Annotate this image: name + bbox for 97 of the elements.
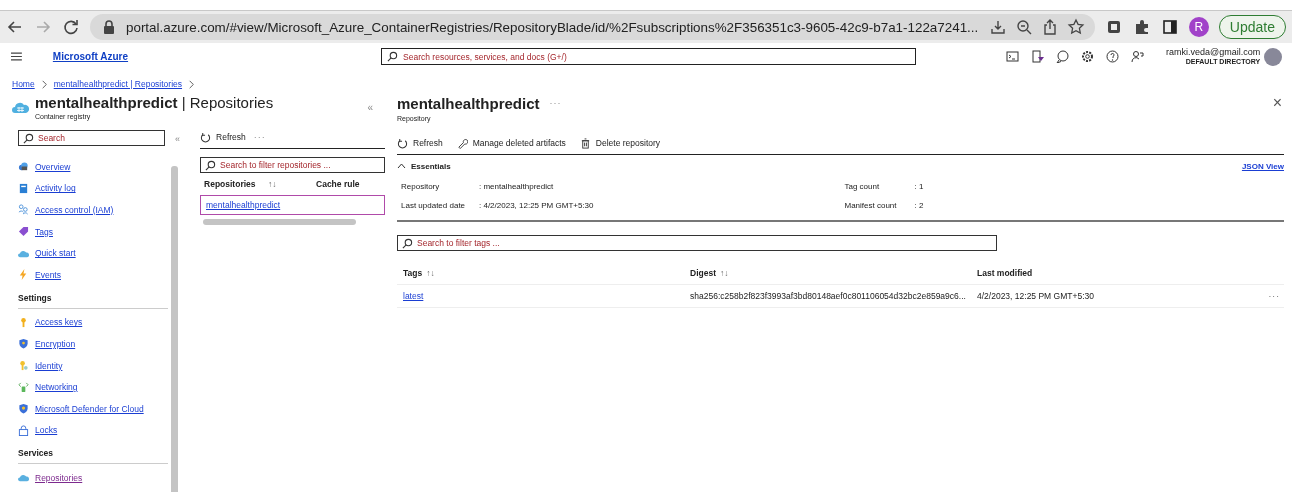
menu-icon[interactable] [10, 50, 23, 63]
nav-link[interactable]: Overview [35, 161, 71, 172]
nav-link[interactable]: Events [35, 269, 61, 280]
shield-icon [18, 403, 29, 415]
shield-icon [18, 338, 29, 350]
collapse-menu-button[interactable]: « [175, 134, 180, 144]
feedback-icon[interactable] [1056, 50, 1070, 63]
people-icon [18, 204, 29, 216]
table-cell-text: sha256:c258b2f823f3993af3bd80148aef0c801106054d32bc2e859a9c6... [690, 291, 967, 301]
user-avatar[interactable] [1264, 47, 1282, 66]
search-icon [387, 51, 399, 62]
key-icon [18, 360, 29, 372]
repository-link[interactable]: mentalhealthpredict [206, 200, 281, 210]
collapse-button[interactable]: « [367, 101, 373, 113]
search-icon [205, 159, 216, 171]
zoom-icon[interactable] [1014, 18, 1033, 36]
brand-link[interactable]: Microsoft Azure [52, 51, 382, 62]
column-header[interactable]: Cache rule [316, 179, 360, 189]
nav-link[interactable]: Access control (IAM) [35, 205, 114, 215]
search-field[interactable]: Search resources, services, and docs (G+/) [381, 48, 917, 65]
update-button[interactable]: Update [1218, 15, 1286, 39]
profile-avatar[interactable]: R [1188, 17, 1209, 37]
more-button[interactable]: ··· [253, 132, 266, 142]
user-email[interactable]: ramki.veda@gmail.com [1166, 47, 1261, 58]
nav-link[interactable]: Identity [35, 360, 63, 371]
nav-link[interactable]: Locks [35, 425, 58, 436]
blade-title: mentalhealthpredict [397, 94, 540, 112]
table-row[interactable]: mentalhealthpredict [200, 195, 385, 215]
lightning-icon [18, 269, 29, 281]
essentials-toggle[interactable]: Essentials [397, 161, 451, 171]
nav-link[interactable]: Quick start [35, 248, 76, 259]
search-field[interactable]: Search to filter repositories ... [200, 157, 385, 173]
nav-link[interactable]: Tags [35, 226, 53, 237]
cloud-icon [18, 161, 29, 173]
table-cell: 4/2/2023, 12:25 PM GMT+5:30 [977, 291, 1094, 301]
nav-link[interactable]: Microsoft Defender for Cloud [35, 403, 144, 414]
field-label: Tag count [844, 182, 881, 191]
breadcrumb-link[interactable]: mentalhealthpredict | Repositories [53, 79, 183, 89]
toolbar-button[interactable]: Manage deleted artifacts [456, 137, 566, 149]
tag-link[interactable]: latest [403, 291, 424, 301]
toolbar-button[interactable]: Refresh [397, 137, 443, 149]
search-icon [23, 132, 34, 144]
container-registry-icon [12, 100, 29, 114]
side-panel-icon[interactable] [1160, 18, 1179, 36]
field-label: Last updated date [401, 201, 467, 210]
refresh-icon [200, 131, 211, 143]
search-field[interactable]: Search to filter tags ... [397, 235, 997, 251]
person-feedback-icon[interactable] [1131, 50, 1145, 63]
lock-icon [18, 424, 29, 436]
search-field[interactable]: Search [18, 130, 165, 146]
reload-icon[interactable] [62, 18, 80, 36]
terminal-icon[interactable] [1006, 50, 1020, 63]
nav-link[interactable]: Networking [35, 382, 78, 393]
more-button[interactable]: ··· [549, 98, 562, 108]
cloud-icon [18, 472, 29, 484]
refresh-icon [397, 137, 408, 149]
section-heading: Settings [18, 292, 168, 309]
nav-link[interactable]: Activity log [35, 183, 76, 194]
nav-link[interactable]: Encryption [35, 338, 76, 349]
json-view-link[interactable]: JSON View [1241, 161, 1284, 171]
column-header[interactable]: Last modified [977, 268, 1033, 278]
horizontal-scrollbar[interactable] [203, 219, 356, 225]
blade-title: mentalhealthpredict | Repositories [35, 94, 274, 111]
toolbar-button[interactable]: Delete repository [579, 137, 661, 149]
key-icon [18, 316, 29, 328]
field-value: : 1 [914, 182, 924, 191]
log-icon [18, 182, 29, 194]
column-header[interactable]: Digest [690, 268, 716, 278]
install-icon[interactable] [988, 18, 1007, 36]
close-button[interactable]: × [1272, 94, 1282, 112]
network-icon [18, 381, 29, 393]
field-label: Manifest count [844, 201, 898, 210]
nav-link[interactable]: Repositories [35, 472, 83, 483]
help-icon[interactable] [1106, 50, 1120, 63]
wrench-icon [456, 137, 468, 149]
tag-icon [18, 226, 29, 238]
directory-filter-icon[interactable] [1031, 50, 1045, 63]
field-value: : 2 [914, 201, 924, 210]
refresh-button[interactable]: Refresh [200, 131, 246, 143]
field-value: : mentalhealthpredict [479, 182, 554, 191]
settings-icon[interactable] [1081, 50, 1095, 63]
breadcrumb-link[interactable]: Home [12, 79, 35, 89]
trash-icon [579, 137, 591, 149]
scrollbar[interactable] [171, 166, 178, 492]
address-bar[interactable]: portal.azure.com/#view/Microsoft_Azure_ContainerRegistries/RepositoryBlade/id/%2Fsubscriptions%2F356351c3-9605-42c9-b7a1-122a7241... [90, 14, 1095, 40]
search-icon [402, 237, 413, 249]
sort-icon[interactable]: ↑↓ [720, 268, 729, 278]
column-header[interactable]: Tags [403, 268, 423, 278]
field-label: Repository [401, 182, 441, 191]
nav-link[interactable]: Access keys [35, 317, 83, 328]
star-icon[interactable] [1066, 18, 1085, 36]
section-heading: Services [18, 448, 168, 465]
sort-icon[interactable]: ↑↓ [426, 268, 435, 278]
sort-icon[interactable]: ↑↓ [268, 179, 316, 189]
field-value: : 4/2/2023, 12:25 PM GMT+5:30 [479, 201, 594, 210]
more-button[interactable]: ··· [1268, 291, 1280, 301]
column-header[interactable]: Repositories [204, 179, 264, 189]
